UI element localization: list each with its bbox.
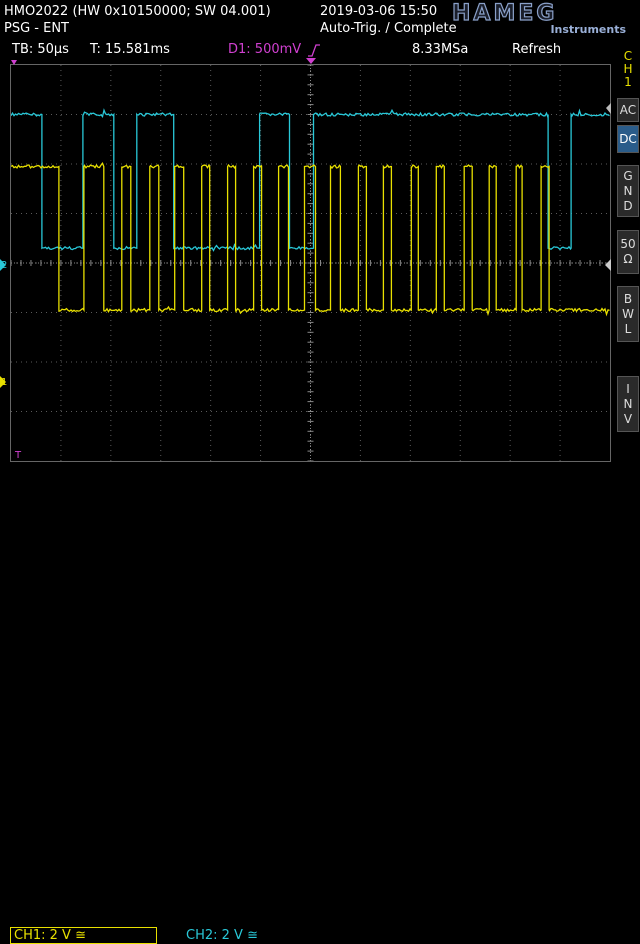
sidebar-button-label: 50 xyxy=(620,237,636,251)
graticule xyxy=(11,65,610,461)
trigger-status: Auto-Trig. / Complete xyxy=(320,21,457,36)
timebase-readout[interactable]: TB: 50µs xyxy=(12,43,69,57)
ch1-scale[interactable]: CH1: 2 V ≅ xyxy=(14,929,86,943)
sample-rate-readout: 8.33MSa xyxy=(412,42,469,57)
waveform-display[interactable] xyxy=(10,64,611,462)
sidebar-button-50ohm[interactable]: 50 Ω xyxy=(617,230,639,274)
sidebar-button-label: G xyxy=(623,168,633,183)
sidebar-button-label: L xyxy=(624,321,632,336)
sidebar-button-dc[interactable]: DC xyxy=(617,125,639,153)
ch2-scale[interactable]: CH2: 2 V ≅ xyxy=(186,929,258,943)
channel-indicator: CH1 xyxy=(619,50,637,89)
sidebar-button-label: B xyxy=(623,291,633,306)
status-header: HMO2022 (HW 0x10150000; SW 04.001) PSG -… xyxy=(0,0,640,62)
sidebar-button-gnd[interactable]: GND xyxy=(617,165,639,217)
ch2-ref-label: 2 xyxy=(1,260,7,271)
ch1-ref-label: 1 xyxy=(1,377,7,388)
datetime: 2019-03-06 15:50 xyxy=(320,4,438,19)
sidebar-button-label: Ω xyxy=(623,252,633,266)
rising-edge-icon xyxy=(308,44,320,57)
mode-label: PSG - ENT xyxy=(4,21,69,36)
sidebar-button-label: DC xyxy=(619,131,637,146)
channel-footer: CH1: 2 V ≅ CH2: 2 V ≅ xyxy=(0,462,640,944)
device-info: HMO2022 (HW 0x10150000; SW 04.001) xyxy=(4,4,271,19)
time-offset-readout[interactable]: T: 15.581ms xyxy=(90,43,170,57)
sidebar-button-inv[interactable]: INV xyxy=(617,376,639,432)
ch2-offset-marker xyxy=(0,259,6,271)
ch1-offset-marker xyxy=(0,376,6,388)
sidebar-button-label: N xyxy=(623,396,633,411)
sidebar-button-label: W xyxy=(622,306,634,321)
channel-char: 1 xyxy=(624,75,632,89)
sidebar-button-label: D xyxy=(623,198,633,213)
sidebar-button-label: AC xyxy=(619,102,637,117)
sidebar-button-label: I xyxy=(626,381,630,396)
sidebar-button-label: V xyxy=(623,411,633,426)
sidebar-button-label: N xyxy=(623,183,633,198)
brand-sub: Instruments xyxy=(550,23,626,36)
acquire-mode-readout[interactable]: Refresh xyxy=(512,43,561,57)
channel-menu-sidebar: C H 1 AC DC G N D 50 Ω B W L I N V xyxy=(615,46,640,456)
hameg-logo: HAMEG Instruments xyxy=(451,0,628,37)
trigger-level-readout[interactable]: D1: 500mV xyxy=(228,43,301,57)
sidebar-button-bwl[interactable]: BWL xyxy=(617,286,639,342)
sidebar-button-ac[interactable]: AC xyxy=(617,98,639,122)
brand-name: HAMEG xyxy=(451,0,558,26)
